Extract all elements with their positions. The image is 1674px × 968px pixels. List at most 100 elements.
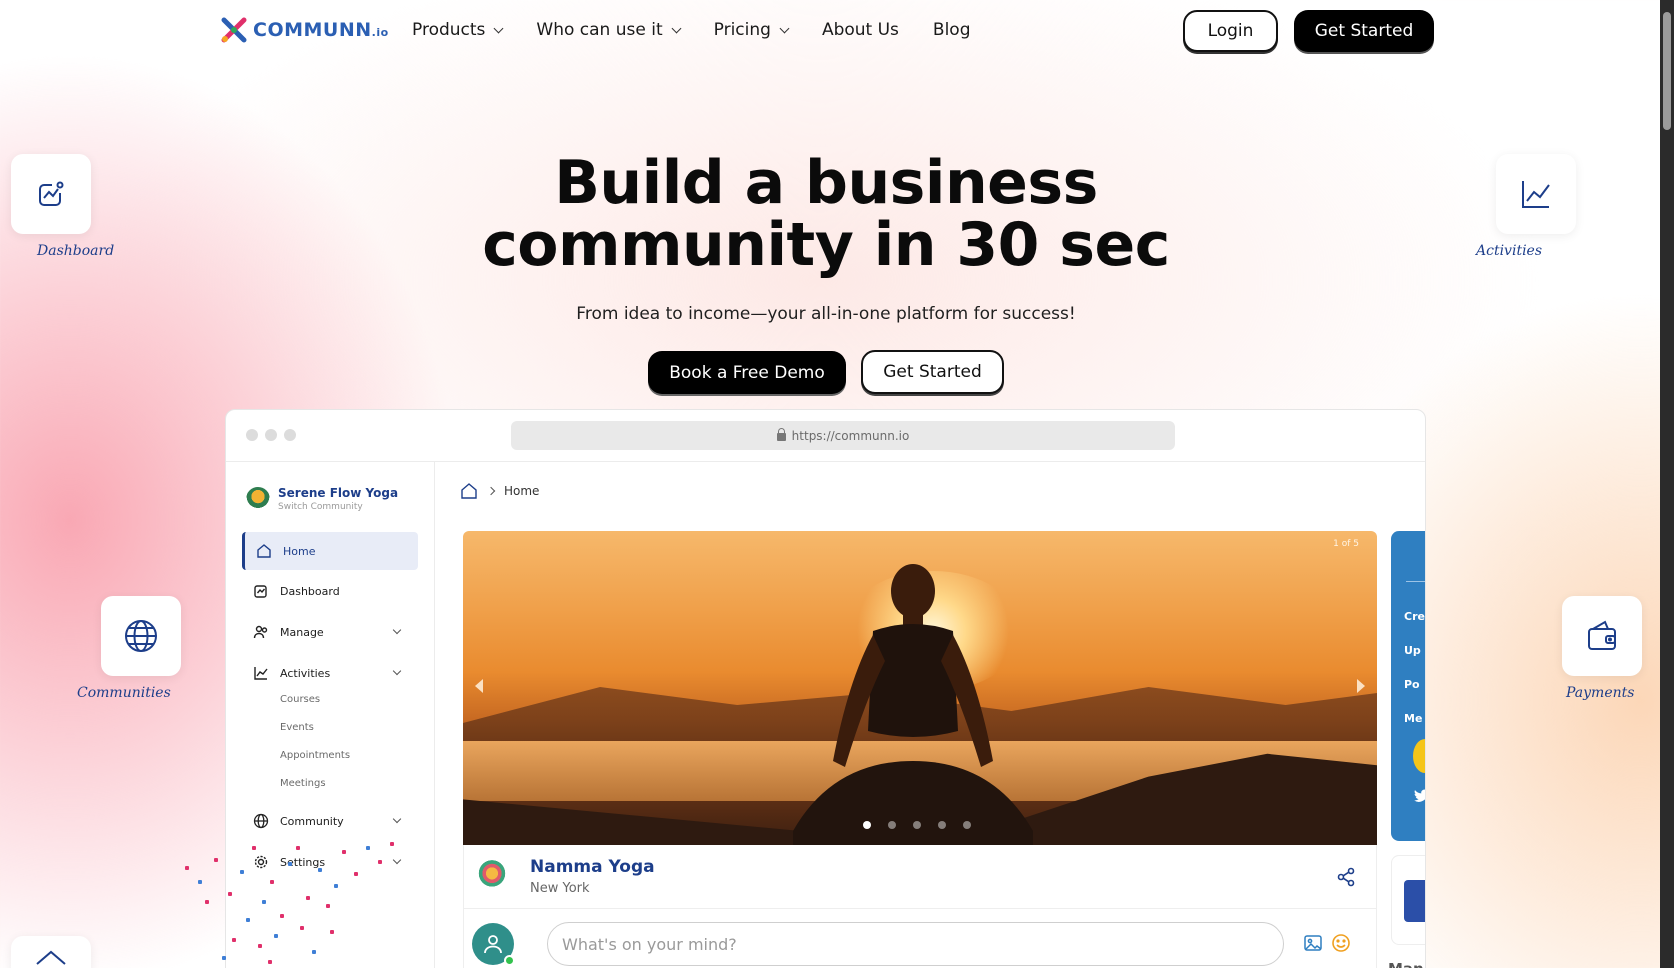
chevron-down-icon bbox=[779, 23, 790, 33]
globe-icon bbox=[125, 620, 157, 652]
dashboard-icon bbox=[39, 181, 64, 206]
quick-action-1[interactable]: Cre bbox=[1404, 610, 1425, 623]
hero-subtitle: From idea to income—your all-in-one plat… bbox=[576, 304, 1076, 324]
chevron-down-icon bbox=[671, 23, 682, 33]
logo-text: COMMUNN.io bbox=[253, 19, 389, 41]
community-profile-location: New York bbox=[530, 881, 590, 896]
carousel-dot[interactable] bbox=[863, 821, 871, 829]
book-demo-button[interactable]: Book a Free Demo bbox=[648, 351, 846, 394]
home-icon bbox=[255, 542, 273, 560]
activities-card bbox=[1496, 154, 1576, 234]
quick-actions-button[interactable] bbox=[1404, 880, 1425, 922]
community-profile-logo bbox=[476, 859, 508, 891]
share-icon[interactable] bbox=[1336, 867, 1356, 887]
sidebar-subitem-events[interactable]: Events bbox=[280, 722, 314, 733]
chevron-down-icon bbox=[392, 814, 402, 824]
activities-card-label: Activities bbox=[1476, 243, 1543, 259]
users-icon bbox=[252, 623, 270, 641]
dashboard-card-label: Dashboard bbox=[37, 243, 115, 259]
payments-card-label: Payments bbox=[1566, 685, 1635, 701]
nav-about-us[interactable]: About Us bbox=[822, 20, 899, 40]
emoji-icon[interactable] bbox=[1331, 933, 1351, 953]
home-icon bbox=[36, 950, 66, 965]
nav-who-can-use-it[interactable]: Who can use it bbox=[536, 20, 682, 40]
carousel-prev-icon[interactable] bbox=[475, 679, 483, 693]
chevron-right-icon bbox=[486, 486, 496, 496]
quick-action-4[interactable]: Me bbox=[1404, 712, 1422, 725]
address-bar: https://communn.io bbox=[511, 421, 1175, 450]
sidebar-item-settings[interactable]: Settings bbox=[242, 843, 418, 881]
carousel-dots bbox=[863, 821, 971, 829]
hero-title: Build a business community in 30 sec bbox=[482, 148, 1170, 280]
gear-icon bbox=[252, 853, 270, 871]
sidebar-subitem-appointments[interactable]: Appointments bbox=[280, 750, 350, 761]
community-profile-name: Namma Yoga bbox=[530, 857, 655, 877]
sidebar-item-dashboard[interactable]: Dashboard bbox=[242, 572, 418, 610]
lock-icon bbox=[776, 428, 786, 441]
app-sidebar: Serene Flow Yoga Switch Community Home D… bbox=[226, 462, 435, 968]
home-icon[interactable] bbox=[460, 482, 478, 500]
scrollbar-thumb[interactable] bbox=[1663, 12, 1671, 130]
line-chart-icon bbox=[1522, 181, 1550, 208]
line-chart-icon bbox=[252, 664, 270, 682]
app-content: Home 1 of 5 Namma Yoga New York What's o… bbox=[436, 462, 1426, 968]
post-input[interactable]: What's on your mind? bbox=[547, 922, 1284, 966]
quick-actions-card bbox=[1391, 855, 1425, 945]
logo[interactable]: COMMUNN.io bbox=[221, 17, 389, 43]
carousel-dot[interactable] bbox=[938, 821, 946, 829]
wallet-icon bbox=[1588, 620, 1616, 650]
post-composer: What's on your mind? bbox=[463, 909, 1377, 968]
nav-links: Products Who can use it Pricing About Us… bbox=[412, 20, 970, 40]
community-logo bbox=[246, 487, 270, 511]
quick-action-2[interactable]: Up bbox=[1404, 644, 1421, 657]
image-icon[interactable] bbox=[1303, 933, 1323, 953]
sidebar-subitem-meetings[interactable]: Meetings bbox=[280, 778, 326, 789]
sidebar-subitem-courses[interactable]: Courses bbox=[280, 694, 320, 705]
nav-pricing[interactable]: Pricing bbox=[714, 20, 790, 40]
quick-actions-panel: Cre Up Po Me bbox=[1391, 531, 1426, 841]
quick-action-3[interactable]: Po bbox=[1404, 678, 1420, 691]
window-dot bbox=[246, 429, 258, 441]
sidebar-item-manage[interactable]: Manage bbox=[242, 613, 418, 651]
yoga-person-image bbox=[793, 564, 1033, 845]
chevron-down-icon bbox=[392, 625, 402, 635]
home-card bbox=[11, 936, 91, 968]
breadcrumb-current: Home bbox=[504, 484, 540, 498]
dashboard-icon bbox=[252, 582, 270, 600]
payments-card bbox=[1562, 596, 1642, 676]
sidebar-item-activities[interactable]: Activities bbox=[242, 654, 418, 692]
window-dot bbox=[284, 429, 296, 441]
carousel-dot[interactable] bbox=[888, 821, 896, 829]
carousel-next-icon[interactable] bbox=[1357, 679, 1365, 693]
nav-products[interactable]: Products bbox=[412, 20, 504, 40]
logo-mark-icon bbox=[221, 17, 247, 43]
chevron-down-icon bbox=[493, 23, 504, 33]
get-started-hero-button[interactable]: Get Started bbox=[861, 350, 1004, 394]
sidebar-item-home[interactable]: Home bbox=[242, 532, 418, 570]
globe-icon bbox=[252, 812, 270, 830]
communities-card-label: Communities bbox=[77, 685, 171, 701]
banner-carousel[interactable]: 1 of 5 bbox=[463, 531, 1377, 845]
carousel-dot[interactable] bbox=[963, 821, 971, 829]
online-status-dot bbox=[504, 955, 515, 966]
user-icon bbox=[484, 935, 502, 954]
community-switcher[interactable]: Serene Flow Yoga Switch Community bbox=[246, 486, 398, 512]
emoji-sticker bbox=[1413, 739, 1425, 773]
product-preview-window: https://communn.io Serene Flow Yoga Swit… bbox=[225, 409, 1426, 968]
browser-toolbar: https://communn.io bbox=[226, 410, 1425, 462]
nav-blog[interactable]: Blog bbox=[933, 20, 971, 40]
sidebar-item-community[interactable]: Community bbox=[242, 802, 418, 840]
dashboard-card bbox=[11, 154, 91, 234]
twitter-icon[interactable] bbox=[1414, 789, 1426, 803]
get-started-nav-button[interactable]: Get Started bbox=[1294, 10, 1434, 52]
carousel-dot[interactable] bbox=[913, 821, 921, 829]
panel-divider bbox=[1406, 581, 1425, 582]
slide-counter: 1 of 5 bbox=[1333, 539, 1359, 549]
manage-panel-heading: Man bbox=[1388, 960, 1424, 968]
breadcrumb: Home bbox=[460, 482, 539, 500]
page-scrollbar[interactable] bbox=[1660, 0, 1674, 968]
communities-card bbox=[101, 596, 181, 676]
chevron-down-icon bbox=[392, 666, 402, 676]
login-button[interactable]: Login bbox=[1183, 10, 1278, 52]
chevron-down-icon bbox=[392, 855, 402, 865]
